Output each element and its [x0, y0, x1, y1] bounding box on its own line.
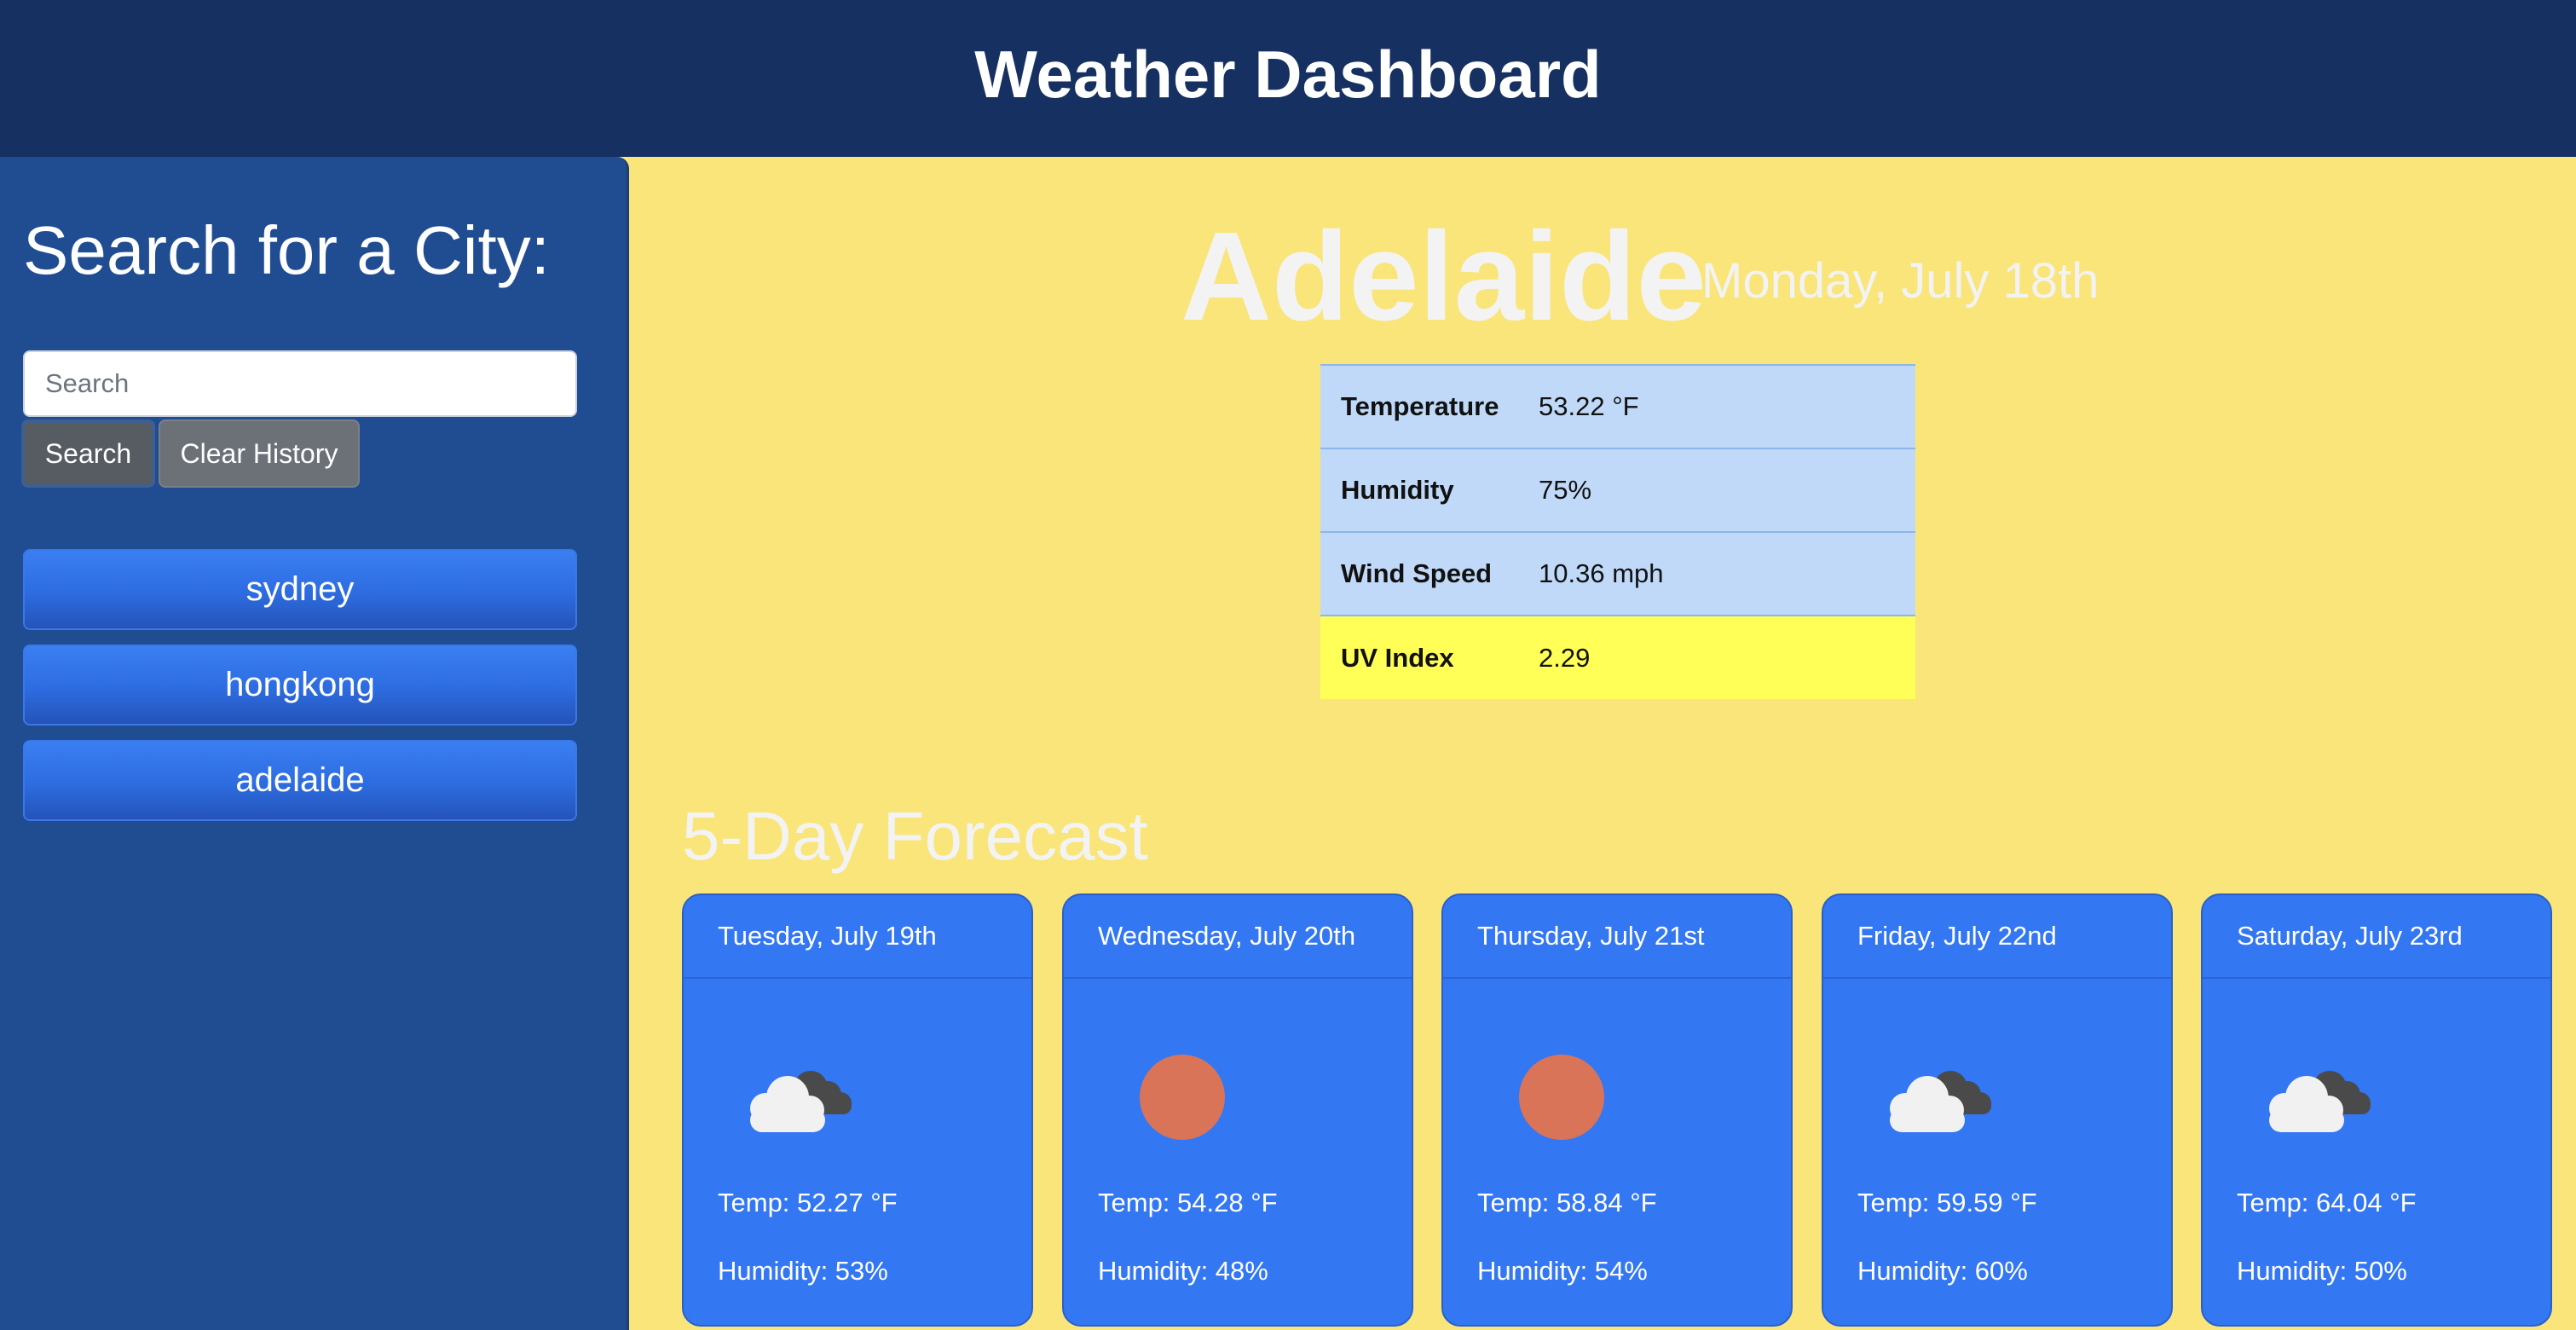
history-button-sydney[interactable]: sydney — [23, 549, 577, 630]
search-input[interactable] — [23, 350, 577, 417]
current-date: Monday, July 18th — [1701, 253, 2099, 309]
current-weather-table: Temperature 53.22 °F Humidity 75% Wind S… — [1320, 364, 1915, 699]
forecast-date: Saturday, July 23rd — [2203, 895, 2550, 979]
forecast-humidity: Humidity: 53% — [718, 1256, 888, 1286]
wind-speed-label: Wind Speed — [1320, 531, 1518, 616]
forecast-temp: Temp: 59.59 °F — [1857, 1188, 2037, 1217]
temperature-row: Temperature 53.22 °F — [1320, 364, 1915, 448]
humidity-row: Humidity 75% — [1320, 448, 1915, 532]
forecast-card: Saturday, July 23rd Temp: 64.04 °F Humid… — [2201, 893, 2552, 1327]
wind-speed-row: Wind Speed 10.36 mph — [1320, 531, 1915, 616]
forecast-card: Thursday, July 21st Temp: 58.84 °F Humid… — [1441, 893, 1793, 1327]
current-city-name: Adelaide — [1181, 206, 1707, 347]
cloudy-icon — [750, 1071, 852, 1132]
wind-speed-value: 10.36 mph — [1518, 531, 1915, 616]
forecast-humidity: Humidity: 54% — [1477, 1256, 1648, 1286]
history-button-adelaide[interactable]: adelaide — [23, 740, 577, 821]
forecast-temp: Temp: 54.28 °F — [1098, 1188, 1278, 1217]
search-button[interactable]: Search — [21, 419, 155, 488]
forecast-card: Friday, July 22nd Temp: 59.59 °F Humidit… — [1822, 893, 2173, 1327]
sun-icon — [1140, 1055, 1225, 1140]
forecast-date: Wednesday, July 20th — [1064, 895, 1412, 979]
temperature-value: 53.22 °F — [1518, 364, 1915, 448]
uv-index-value: 2.29 — [1518, 615, 1915, 699]
forecast-temp: Temp: 58.84 °F — [1477, 1188, 1657, 1217]
forecast-card: Wednesday, July 20th Temp: 54.28 °F Humi… — [1062, 893, 1413, 1327]
forecast-date: Tuesday, July 19th — [684, 895, 1031, 979]
forecast-title: 5-Day Forecast — [682, 798, 1148, 874]
forecast-humidity: Humidity: 60% — [1857, 1256, 2028, 1286]
forecast-card: Tuesday, July 19th Temp: 52.27 °F Humidi… — [682, 893, 1033, 1327]
forecast-date: Friday, July 22nd — [1823, 895, 2171, 979]
humidity-value: 75% — [1518, 448, 1915, 532]
page-header: Weather Dashboard — [0, 0, 2576, 157]
forecast-temp: Temp: 64.04 °F — [2237, 1188, 2417, 1217]
sidebar-title: Search for a City: — [23, 212, 551, 288]
uv-index-row: UV Index 2.29 — [1320, 615, 1915, 699]
humidity-label: Humidity — [1320, 448, 1518, 532]
uv-index-label: UV Index — [1320, 615, 1518, 699]
forecast-humidity: Humidity: 48% — [1098, 1256, 1268, 1286]
forecast-temp: Temp: 52.27 °F — [718, 1188, 898, 1217]
temperature-label: Temperature — [1320, 364, 1518, 448]
forecast-date: Thursday, July 21st — [1443, 895, 1791, 979]
cloudy-icon — [2269, 1071, 2371, 1132]
cloudy-icon — [1890, 1071, 1991, 1132]
sun-icon — [1519, 1055, 1604, 1140]
clear-history-button[interactable]: Clear History — [159, 419, 360, 488]
forecast-humidity: Humidity: 50% — [2237, 1256, 2407, 1286]
page-title: Weather Dashboard — [974, 36, 1602, 112]
history-button-hongkong[interactable]: hongkong — [23, 645, 577, 726]
